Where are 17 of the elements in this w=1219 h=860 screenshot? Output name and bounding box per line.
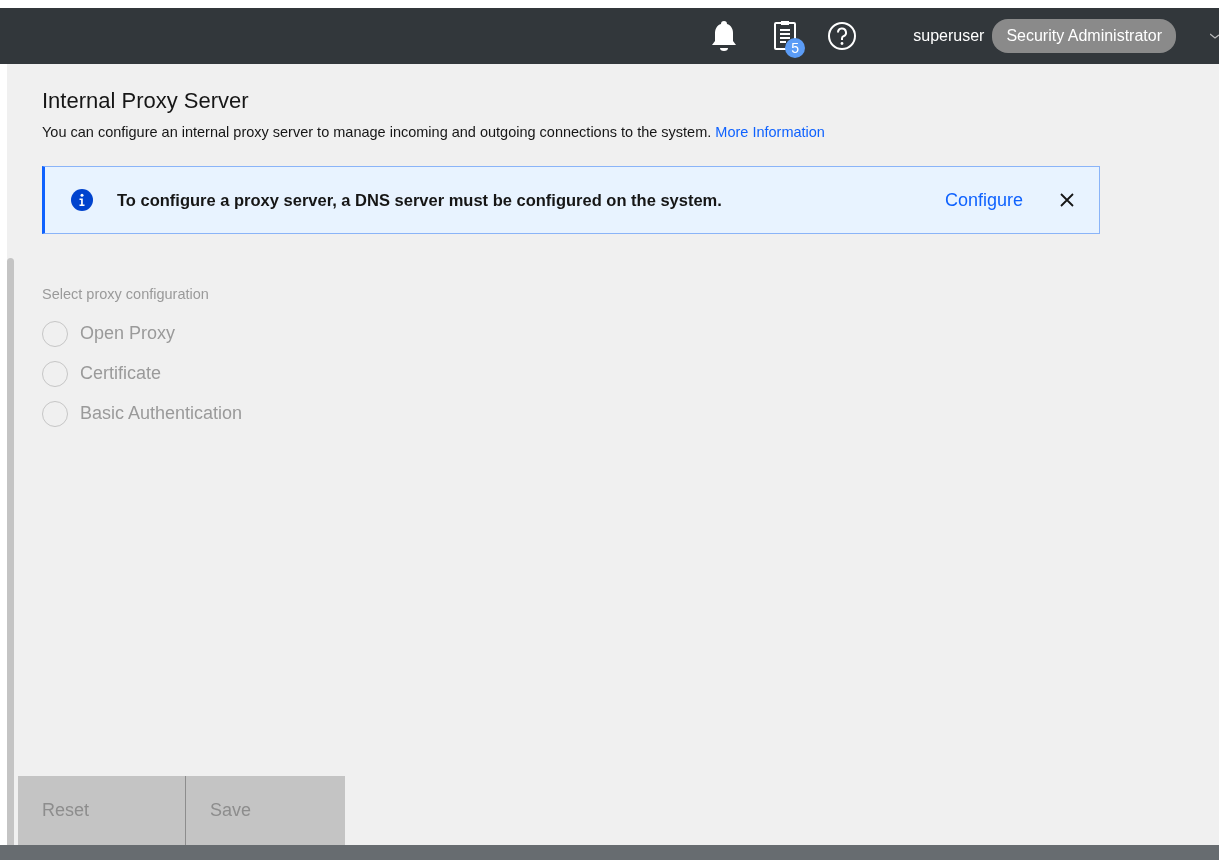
radio-option: Open Proxy: [42, 313, 1219, 354]
close-button[interactable]: [1059, 192, 1075, 209]
scrollbar-thumb[interactable]: [7, 258, 14, 845]
field-label: Select proxy configuration: [42, 285, 210, 305]
page-title: Internal Proxy Server: [42, 88, 250, 115]
role-badge: Security Administrator: [992, 19, 1176, 53]
help-icon[interactable]: [827, 21, 858, 51]
caret-icon[interactable]: [1210, 32, 1219, 40]
info-icon: [71, 189, 93, 212]
count-badge: 5: [785, 38, 806, 58]
radio-option: Certificate: [42, 353, 1219, 394]
radio-option: Basic Authentication: [42, 393, 1219, 434]
more-information-link[interactable]: More Information: [715, 124, 825, 141]
username: superuser: [913, 26, 985, 46]
configure-link[interactable]: Configure: [944, 186, 1023, 214]
page-description: You can configure an internal proxy server to manage incoming and outgoing connections to the system. More Information: [42, 123, 826, 143]
notification-message: To configure a proxy server, a DNS server must be configured on the system.: [117, 189, 723, 211]
